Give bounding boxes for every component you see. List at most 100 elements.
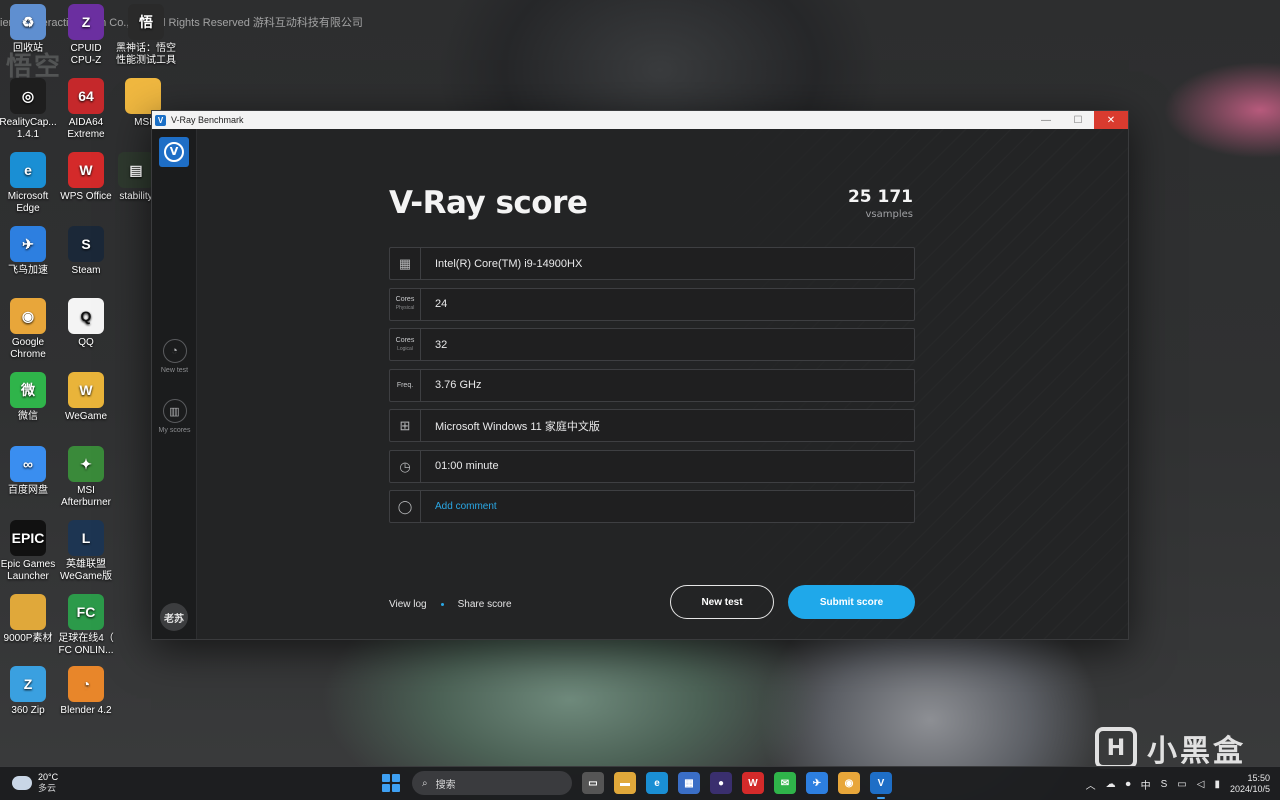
file-explorer-icon[interactable]: ▬ [614, 772, 636, 794]
desktop-icon-label: Blender 4.2 [60, 705, 112, 716]
desktop-icon[interactable]: W WeGame [54, 372, 118, 423]
main-content: V-Ray score 25 171 vsamples ▦ Intel(R) Co… [198, 129, 1128, 639]
store-icon[interactable]: ▦ [678, 772, 700, 794]
taskbar-search[interactable]: ⌕ 搜索 [412, 771, 572, 795]
avatar[interactable]: 老苏 [160, 603, 188, 631]
feiniao-taskbar-icon[interactable]: ✈ [806, 772, 828, 794]
wechat-taskbar-icon[interactable]: ✉ [774, 772, 796, 794]
spec-value: 32 [435, 338, 448, 351]
spec-label-sub: Physical [395, 305, 415, 311]
aida64-icon: 64 [68, 78, 104, 114]
desktop-icon[interactable]: Q QQ [54, 298, 118, 349]
vray-benchmark-window: V V-Ray Benchmark — ☐ ✕ V ◔ New test ▥ M… [151, 110, 1129, 640]
vray-taskbar-icon[interactable]: V [870, 772, 892, 799]
window-titlebar[interactable]: V V-Ray Benchmark — ☐ ✕ [152, 111, 1128, 129]
spec-label-text: Freq. [396, 381, 414, 389]
qq-icon: Q [68, 298, 104, 334]
system-tray: ︿ ☁ ⏺ 中 S ▭ ◁ ▮ 15:50 2024/10/5 [1086, 773, 1270, 795]
wps-taskbar-icon[interactable]: W [742, 772, 764, 794]
weather-widget[interactable]: 20°C 多云 [12, 772, 58, 794]
microphone-icon[interactable]: ⏺ [1126, 779, 1131, 790]
desktop-icon[interactable]: 悟黑神话：悟空 性能测试工具 [114, 4, 178, 67]
start-button[interactable] [380, 772, 402, 794]
desktop-icon[interactable]: 9000P素材 [0, 594, 60, 645]
desktop-icon[interactable]: ✦ MSI Afterburner [54, 446, 118, 509]
sidebar-item-label: My scores [158, 427, 191, 434]
comment-icon: ◯ [390, 491, 421, 522]
comment-icon: ◯ [397, 499, 413, 514]
desktop-icon[interactable]: ∞ 百度网盘 [0, 446, 60, 497]
spec-row[interactable]: ◯ Add comment [389, 490, 915, 523]
desktop-icon[interactable]: ◎ RealityCap... 1.4.1 [0, 78, 60, 141]
clock[interactable]: 15:50 2024/10/5 [1230, 773, 1270, 795]
search-icon: ⌕ [422, 777, 428, 789]
desktop-icon[interactable]: 微微信 [0, 372, 60, 423]
clock-time: 15:50 [1247, 773, 1270, 783]
desktop-icon[interactable]: ◔ Blender 4.2 [54, 666, 118, 717]
new-test-button[interactable]: New test [670, 585, 774, 619]
xiaoheihe-watermark: H 小黑盒 [1095, 726, 1246, 770]
spec-value: Microsoft Windows 11 家庭中文版 [435, 420, 600, 433]
desktop-icon[interactable]: Z CPUID CPU-Z [54, 4, 118, 67]
desktop-icon[interactable]: S Steam [54, 226, 118, 277]
fc-online-icon: FC [68, 594, 104, 630]
desktop-icon[interactable]: ◉ Google Chrome [0, 298, 60, 361]
desktop-icon-label: Epic Games Launcher [0, 559, 56, 582]
edge-taskbar-icon[interactable]: e [646, 772, 668, 794]
footer-links: View log Share score [389, 599, 512, 610]
desktop-icon-label: 飞鸟加速 [8, 265, 48, 276]
sogou-icon[interactable]: S [1161, 779, 1168, 790]
lol-icon: L [68, 520, 104, 556]
feiniao-icon: ✈ [10, 226, 46, 262]
cpu-icon: ▦ [398, 256, 412, 271]
sidebar-item-new-test[interactable]: ◔ New test [152, 339, 197, 374]
desktop-icon-label: CPUID CPU-Z [70, 43, 102, 66]
desktop-icon[interactable]: e Microsoft Edge [0, 152, 60, 215]
desktop-icon[interactable]: L 英雄联盟 WeGame版 [54, 520, 118, 583]
share-score-link[interactable]: Share score [458, 599, 512, 610]
desktop-icon[interactable]: FC 足球在线4（ FC ONLIN... [54, 594, 118, 657]
desktop-icon-label: MSI Afterburner [60, 485, 112, 508]
close-button[interactable]: ✕ [1094, 111, 1128, 129]
add-comment-link[interactable]: Add comment [421, 501, 497, 512]
clock-icon: ◷ [399, 458, 411, 474]
network-icon[interactable]: ▭ [1177, 779, 1186, 790]
desktop-icon-label: 回收站 [13, 43, 43, 54]
desktop-icon[interactable]: 64 AIDA64 Extreme [54, 78, 118, 141]
battery-icon[interactable]: ▮ [1214, 779, 1220, 790]
gauge-icon: ◔ [162, 339, 187, 363]
task-view-icon[interactable]: ▭ [582, 772, 604, 794]
minimize-button[interactable]: — [1030, 111, 1062, 129]
spec-label: Cores Logical [390, 329, 421, 360]
chrome-taskbar-icon[interactable]: ◉ [838, 772, 860, 794]
desktop-icon-label: 微信 [18, 411, 38, 422]
desktop-icon[interactable]: ♻ 回收站 [0, 4, 60, 55]
spec-row: ◷ 01:00 minute [389, 449, 915, 483]
onedrive-icon[interactable]: ☁ [1106, 779, 1116, 790]
vray-title-icon: V [155, 114, 166, 126]
spec-label-text: Cores [395, 296, 415, 303]
desktop-icon-label: 英雄联盟 WeGame版 [59, 559, 113, 582]
app-sidebar: V ◔ New test ▥ My scores 老苏 [152, 129, 197, 639]
desktop-icon[interactable]: Z 360 Zip [0, 666, 60, 717]
desktop-icon-label: 360 Zip [11, 705, 45, 716]
view-log-link[interactable]: View log [389, 599, 427, 610]
assistant-icon[interactable]: ● [710, 772, 732, 794]
spec-row: Freq. 3.76 GHz [389, 368, 915, 402]
desktop-icon[interactable]: EPIC Epic Games Launcher [0, 520, 60, 583]
volume-icon[interactable]: ◁ [1197, 779, 1205, 790]
desktop-icon[interactable]: ✈ 飞鸟加速 [0, 226, 60, 277]
chevron-up-icon[interactable]: ︿ [1086, 777, 1096, 792]
blender-icon: ◔ [68, 666, 104, 702]
desktop-icon-label: Microsoft Edge [7, 191, 49, 214]
ime-indicator[interactable]: 中 [1141, 777, 1151, 792]
wukong-benchmark-icon: 悟 [128, 4, 164, 40]
spec-value: 3.76 GHz [435, 379, 482, 391]
maximize-button[interactable]: ☐ [1062, 111, 1094, 129]
vray-logo-icon: V [159, 137, 189, 167]
clock-date: 2024/10/5 [1229, 784, 1270, 794]
desktop-icon-label: 足球在线4（ FC ONLIN... [58, 633, 114, 656]
submit-score-button[interactable]: Submit score [788, 585, 915, 619]
taskbar-apps: ⌕ 搜索 ▭ ▬ e ▦ ● W ✉ ✈ ◉ V [380, 771, 892, 799]
sidebar-item-my-scores[interactable]: ▥ My scores [152, 399, 197, 434]
